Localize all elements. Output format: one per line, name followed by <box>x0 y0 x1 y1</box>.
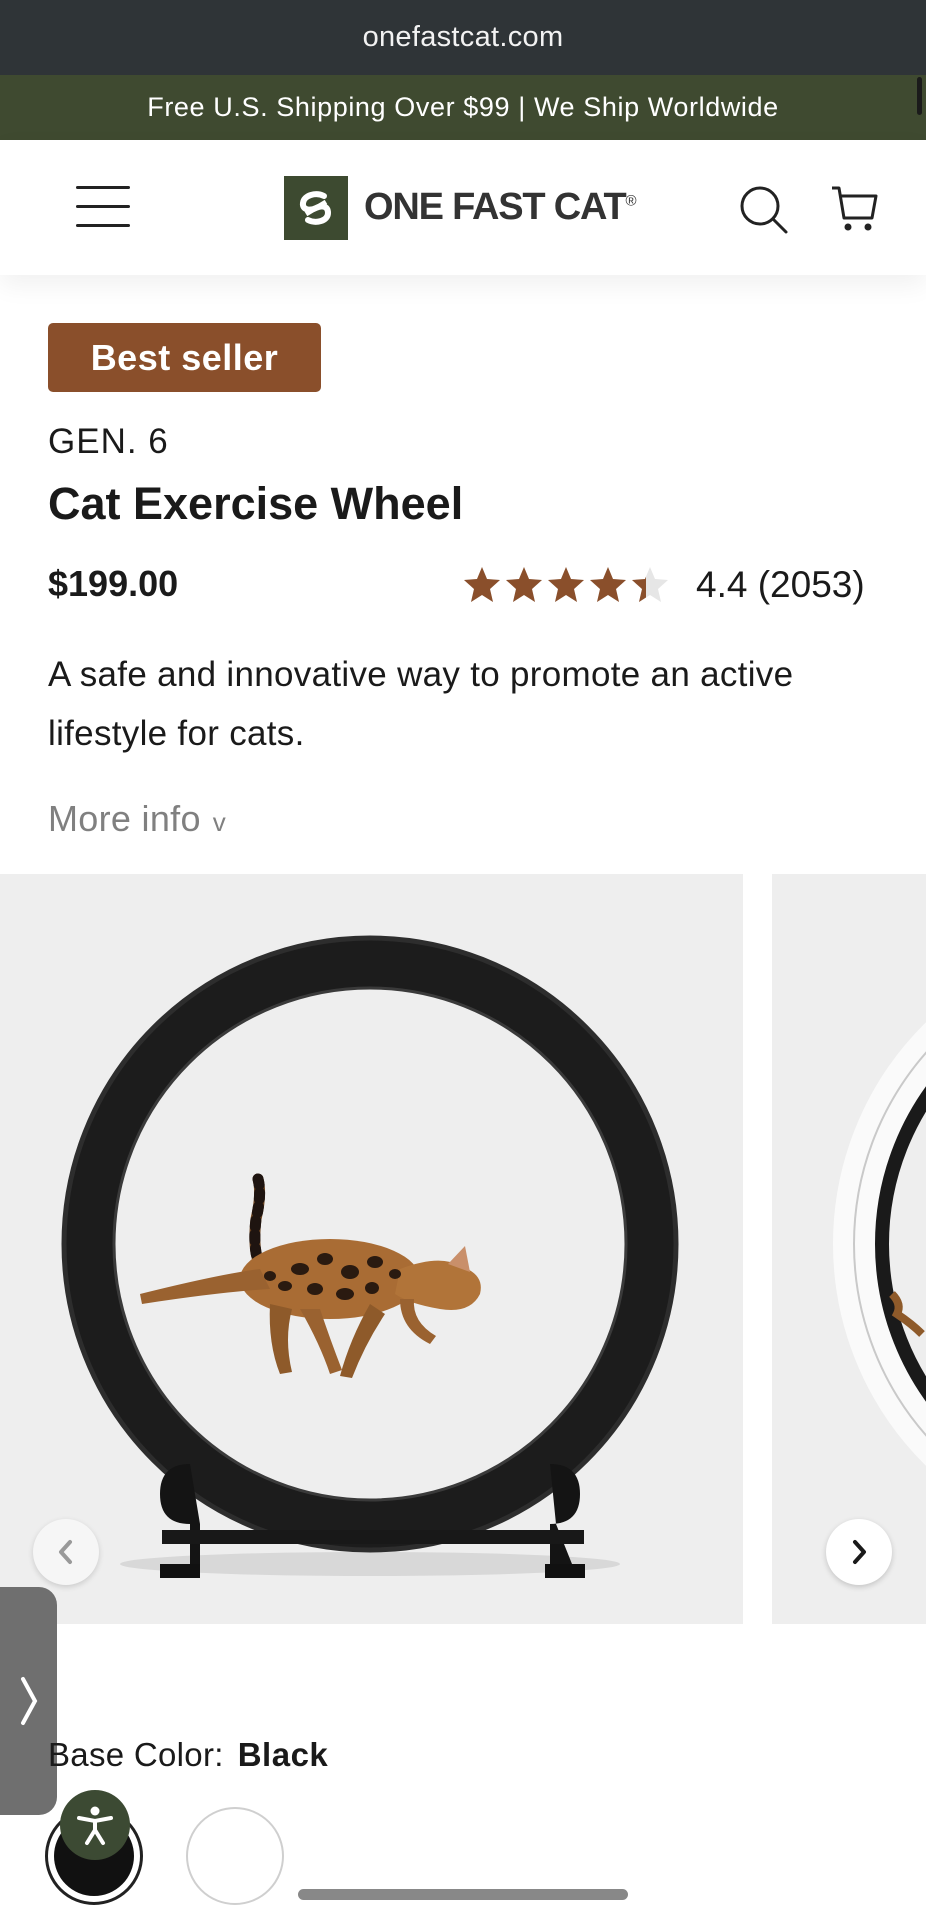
star-icon <box>632 567 668 602</box>
promo-banner: Free U.S. Shipping Over $99 | We Ship Wo… <box>0 75 926 140</box>
accessibility-button[interactable] <box>60 1790 130 1860</box>
star-icon <box>506 567 542 602</box>
site-header: ONE FAST CAT® <box>0 140 926 275</box>
carousel-prev-button[interactable] <box>33 1519 99 1585</box>
product-description: A safe and innovative way to promote an … <box>48 655 794 753</box>
menu-icon-bar <box>76 224 130 227</box>
product-price: $199.00 <box>48 563 179 604</box>
carousel-next-button[interactable] <box>826 1519 892 1585</box>
product-rating[interactable]: 4.4 (2053) <box>462 560 865 610</box>
chevron-right-icon <box>853 1540 866 1564</box>
side-drawer-tab[interactable] <box>0 1587 57 1815</box>
base-color-value: Black <box>237 1736 329 1773</box>
product-image-next[interactable] <box>772 874 926 1624</box>
chevron-down-icon: v <box>212 807 227 837</box>
chevron-right-icon <box>20 1677 37 1725</box>
best-seller-badge: Best seller <box>48 323 321 392</box>
home-indicator[interactable] <box>298 1889 628 1900</box>
rating-stars <box>462 565 680 605</box>
logo-mark-icon <box>284 175 348 240</box>
search-button[interactable] <box>738 184 790 236</box>
product-title: Cat Exercise Wheel <box>48 478 464 529</box>
more-info-toggle[interactable]: More info v <box>48 798 226 840</box>
accessibility-icon <box>77 1806 113 1845</box>
cat-wheel-image <box>0 874 743 1624</box>
chevron-left-icon <box>59 1540 72 1564</box>
menu-button[interactable] <box>76 186 130 228</box>
product-image-main[interactable] <box>0 874 743 1624</box>
swatch-white[interactable] <box>186 1807 284 1905</box>
menu-icon <box>76 186 130 189</box>
logo-text: ONE FAST CAT® <box>364 186 637 228</box>
product-generation: GEN. 6 <box>48 422 169 461</box>
rating-text: 4.4 (2053) <box>696 564 865 605</box>
cart-icon <box>832 186 878 231</box>
star-icon <box>590 567 626 602</box>
base-color-title: Base Color: <box>48 1736 224 1773</box>
cat-wheel-white-image <box>772 874 926 1624</box>
promo-text: Free U.S. Shipping Over $99 | We Ship Wo… <box>147 92 779 122</box>
more-info-label: More info <box>48 798 201 839</box>
url-text: onefastcat.com <box>362 21 564 53</box>
cart-button[interactable] <box>830 184 880 234</box>
star-icon <box>548 567 584 602</box>
site-logo[interactable]: ONE FAST CAT® <box>284 175 637 240</box>
star-icon <box>464 567 500 602</box>
browser-url-bar[interactable]: onefastcat.com <box>0 0 926 75</box>
scroll-indicator <box>917 77 922 115</box>
menu-icon-bar <box>76 205 130 208</box>
search-icon <box>740 186 788 234</box>
base-color-label: Base Color: Black <box>48 1736 328 1774</box>
